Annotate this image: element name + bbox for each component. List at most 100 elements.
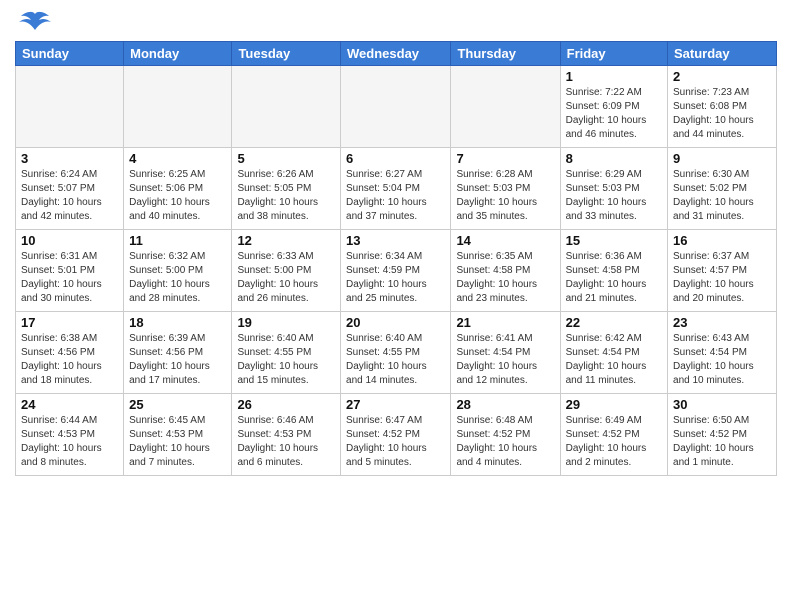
- day-info: Sunrise: 6:36 AM Sunset: 4:58 PM Dayligh…: [566, 250, 662, 306]
- day-number: 22: [566, 315, 662, 330]
- day-number: 3: [21, 151, 118, 166]
- day-cell: [451, 66, 560, 148]
- day-cell: 30Sunrise: 6:50 AM Sunset: 4:52 PM Dayli…: [668, 394, 777, 476]
- calendar: SundayMondayTuesdayWednesdayThursdayFrid…: [15, 41, 777, 476]
- day-cell: 14Sunrise: 6:35 AM Sunset: 4:58 PM Dayli…: [451, 230, 560, 312]
- day-cell: 17 Sunrise: 6:38 AM Sunset: 4:56 PM Dayli…: [16, 312, 124, 394]
- day-info: Sunrise: 6:29 AM Sunset: 5:03 PM Dayligh…: [566, 168, 662, 224]
- day-number: 25: [129, 397, 226, 412]
- day-cell: 1 Sunrise: 7:22 AM Sunset: 6:09 PM Daylig…: [560, 66, 667, 148]
- day-number: 15: [566, 233, 662, 248]
- day-cell: 26 Sunrise: 6:46 AM Sunset: 4:53 PM Dayli…: [232, 394, 341, 476]
- day-cell: 21 Sunrise: 6:41 AM Sunset: 4:54 PM Dayli…: [451, 312, 560, 394]
- header: [15, 10, 777, 36]
- day-cell: 29Sunrise: 6:49 AM Sunset: 4:52 PM Dayli…: [560, 394, 667, 476]
- weekday-header-monday: Monday: [124, 42, 232, 66]
- day-cell: 7 Sunrise: 6:28 AM Sunset: 5:03 PM Daylig…: [451, 148, 560, 230]
- day-number: 24: [21, 397, 118, 412]
- day-info: Sunrise: 6:33 AM Sunset: 5:00 PM Dayligh…: [237, 250, 335, 306]
- day-number: 26: [237, 397, 335, 412]
- day-number: 18: [129, 315, 226, 330]
- weekday-header-sunday: Sunday: [16, 42, 124, 66]
- day-info: Sunrise: 6:24 AM Sunset: 5:07 PM Dayligh…: [21, 168, 118, 224]
- day-info: Sunrise: 6:28 AM Sunset: 5:03 PM Dayligh…: [456, 168, 554, 224]
- weekday-header-tuesday: Tuesday: [232, 42, 341, 66]
- day-info: Sunrise: 6:41 AM Sunset: 4:54 PM Dayligh…: [456, 332, 554, 388]
- day-number: 5: [237, 151, 335, 166]
- day-cell: 19 Sunrise: 6:40 AM Sunset: 4:55 PM Dayli…: [232, 312, 341, 394]
- weekday-header-friday: Friday: [560, 42, 667, 66]
- week-row-3: 10Sunrise: 6:31 AM Sunset: 5:01 PM Dayli…: [16, 230, 777, 312]
- day-number: 2: [673, 69, 771, 84]
- day-info: Sunrise: 6:38 AM Sunset: 4:56 PM Dayligh…: [21, 332, 118, 388]
- day-number: 17: [21, 315, 118, 330]
- page-container: SundayMondayTuesdayWednesdayThursdayFrid…: [0, 0, 792, 481]
- day-cell: 13Sunrise: 6:34 AM Sunset: 4:59 PM Dayli…: [341, 230, 451, 312]
- day-number: 10: [21, 233, 118, 248]
- day-info: Sunrise: 6:48 AM Sunset: 4:52 PM Dayligh…: [456, 414, 554, 470]
- day-info: Sunrise: 7:22 AM Sunset: 6:09 PM Dayligh…: [566, 86, 662, 142]
- day-info: Sunrise: 6:42 AM Sunset: 4:54 PM Dayligh…: [566, 332, 662, 388]
- day-info: Sunrise: 6:45 AM Sunset: 4:53 PM Dayligh…: [129, 414, 226, 470]
- week-row-5: 24 Sunrise: 6:44 AM Sunset: 4:53 PM Dayli…: [16, 394, 777, 476]
- day-cell: 2 Sunrise: 7:23 AM Sunset: 6:08 PM Daylig…: [668, 66, 777, 148]
- day-number: 29: [566, 397, 662, 412]
- day-number: 16: [673, 233, 771, 248]
- weekday-header-wednesday: Wednesday: [341, 42, 451, 66]
- day-cell: 5 Sunrise: 6:26 AM Sunset: 5:05 PM Daylig…: [232, 148, 341, 230]
- day-info: Sunrise: 6:35 AM Sunset: 4:58 PM Dayligh…: [456, 250, 554, 306]
- day-cell: 24 Sunrise: 6:44 AM Sunset: 4:53 PM Dayli…: [16, 394, 124, 476]
- day-cell: 22 Sunrise: 6:42 AM Sunset: 4:54 PM Dayli…: [560, 312, 667, 394]
- day-number: 23: [673, 315, 771, 330]
- weekday-header-thursday: Thursday: [451, 42, 560, 66]
- day-number: 11: [129, 233, 226, 248]
- day-number: 20: [346, 315, 445, 330]
- day-cell: 9 Sunrise: 6:30 AM Sunset: 5:02 PM Daylig…: [668, 148, 777, 230]
- day-cell: 11Sunrise: 6:32 AM Sunset: 5:00 PM Dayli…: [124, 230, 232, 312]
- day-info: Sunrise: 6:26 AM Sunset: 5:05 PM Dayligh…: [237, 168, 335, 224]
- day-cell: 4Sunrise: 6:25 AM Sunset: 5:06 PM Daylig…: [124, 148, 232, 230]
- day-cell: [16, 66, 124, 148]
- week-row-2: 3 Sunrise: 6:24 AM Sunset: 5:07 PM Daylig…: [16, 148, 777, 230]
- day-cell: 12 Sunrise: 6:33 AM Sunset: 5:00 PM Dayli…: [232, 230, 341, 312]
- logo-bird-icon: [19, 10, 51, 36]
- week-row-4: 17 Sunrise: 6:38 AM Sunset: 4:56 PM Dayli…: [16, 312, 777, 394]
- day-info: Sunrise: 6:47 AM Sunset: 4:52 PM Dayligh…: [346, 414, 445, 470]
- day-cell: 25 Sunrise: 6:45 AM Sunset: 4:53 PM Dayli…: [124, 394, 232, 476]
- day-info: Sunrise: 6:34 AM Sunset: 4:59 PM Dayligh…: [346, 250, 445, 306]
- day-cell: [232, 66, 341, 148]
- day-number: 6: [346, 151, 445, 166]
- day-number: 28: [456, 397, 554, 412]
- day-number: 30: [673, 397, 771, 412]
- day-cell: 20 Sunrise: 6:40 AM Sunset: 4:55 PM Dayli…: [341, 312, 451, 394]
- logo: [15, 10, 51, 36]
- day-info: Sunrise: 6:30 AM Sunset: 5:02 PM Dayligh…: [673, 168, 771, 224]
- day-info: Sunrise: 6:40 AM Sunset: 4:55 PM Dayligh…: [346, 332, 445, 388]
- day-cell: 10Sunrise: 6:31 AM Sunset: 5:01 PM Dayli…: [16, 230, 124, 312]
- day-cell: 8 Sunrise: 6:29 AM Sunset: 5:03 PM Daylig…: [560, 148, 667, 230]
- day-cell: 23Sunrise: 6:43 AM Sunset: 4:54 PM Dayli…: [668, 312, 777, 394]
- weekday-header-saturday: Saturday: [668, 42, 777, 66]
- day-info: Sunrise: 7:23 AM Sunset: 6:08 PM Dayligh…: [673, 86, 771, 142]
- day-info: Sunrise: 6:37 AM Sunset: 4:57 PM Dayligh…: [673, 250, 771, 306]
- day-number: 21: [456, 315, 554, 330]
- day-number: 19: [237, 315, 335, 330]
- day-cell: 28 Sunrise: 6:48 AM Sunset: 4:52 PM Dayli…: [451, 394, 560, 476]
- day-cell: 18Sunrise: 6:39 AM Sunset: 4:56 PM Dayli…: [124, 312, 232, 394]
- day-number: 12: [237, 233, 335, 248]
- day-cell: 16 Sunrise: 6:37 AM Sunset: 4:57 PM Dayli…: [668, 230, 777, 312]
- day-cell: 3 Sunrise: 6:24 AM Sunset: 5:07 PM Daylig…: [16, 148, 124, 230]
- day-info: Sunrise: 6:44 AM Sunset: 4:53 PM Dayligh…: [21, 414, 118, 470]
- day-info: Sunrise: 6:46 AM Sunset: 4:53 PM Dayligh…: [237, 414, 335, 470]
- day-number: 27: [346, 397, 445, 412]
- day-cell: 6Sunrise: 6:27 AM Sunset: 5:04 PM Daylig…: [341, 148, 451, 230]
- day-cell: [341, 66, 451, 148]
- day-number: 1: [566, 69, 662, 84]
- day-number: 8: [566, 151, 662, 166]
- day-info: Sunrise: 6:40 AM Sunset: 4:55 PM Dayligh…: [237, 332, 335, 388]
- day-info: Sunrise: 6:25 AM Sunset: 5:06 PM Dayligh…: [129, 168, 226, 224]
- day-cell: [124, 66, 232, 148]
- day-number: 9: [673, 151, 771, 166]
- day-number: 7: [456, 151, 554, 166]
- weekday-header-row: SundayMondayTuesdayWednesdayThursdayFrid…: [16, 42, 777, 66]
